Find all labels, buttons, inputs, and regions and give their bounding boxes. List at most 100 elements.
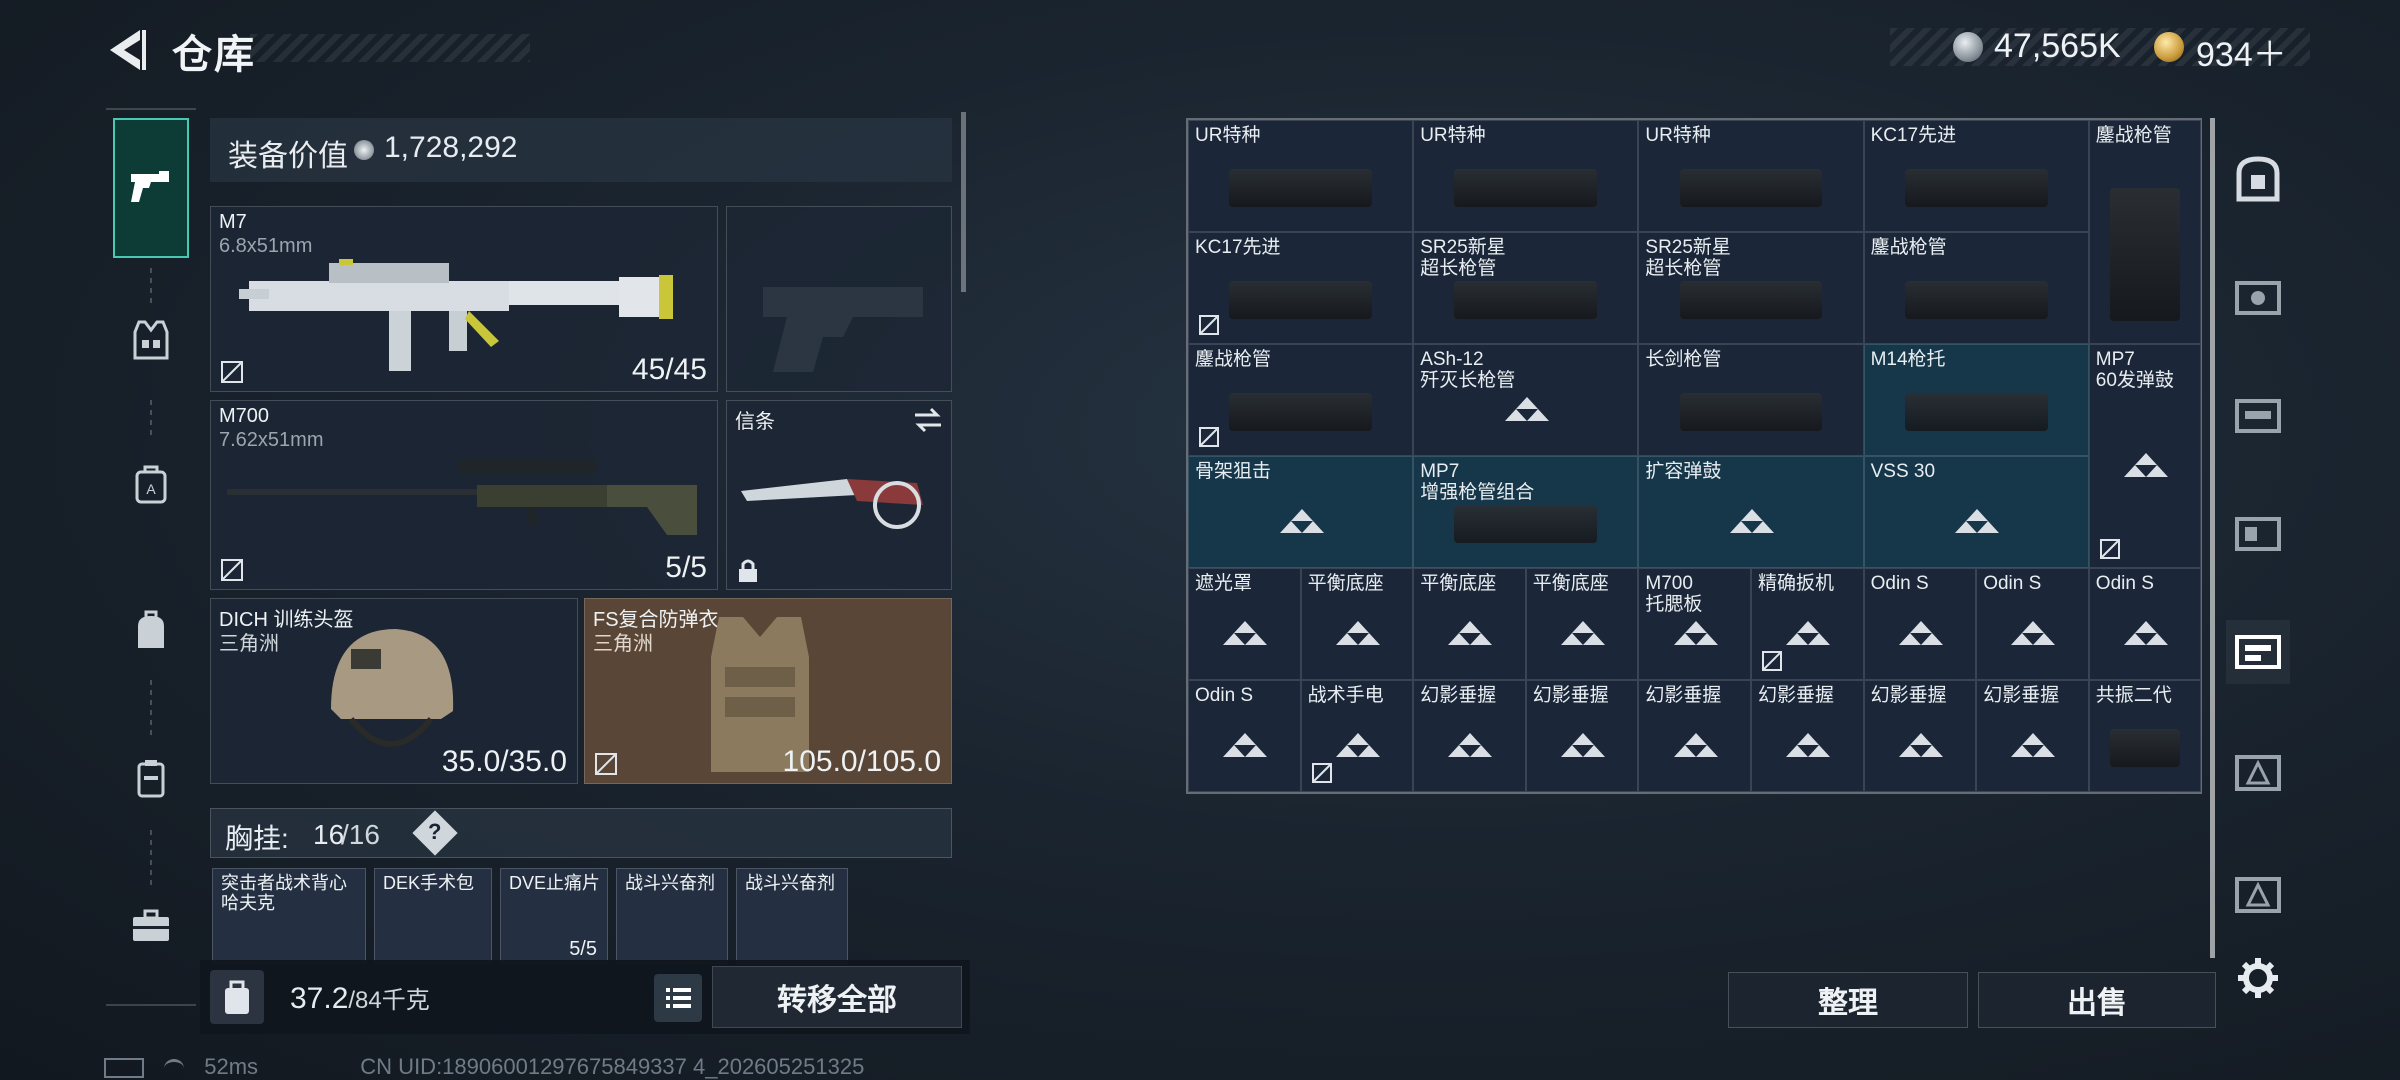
- item-image: [1454, 281, 1598, 319]
- back-arrow-icon[interactable]: [100, 24, 152, 76]
- storage-item-label: M700 托腮板: [1645, 573, 1703, 615]
- no-trade-icon: [1760, 649, 1784, 673]
- storage-tab-6[interactable]: [2226, 740, 2290, 804]
- storage-tab-7[interactable]: [2226, 862, 2290, 926]
- item-image: [1679, 169, 1823, 207]
- sidearm-slot[interactable]: [726, 206, 952, 392]
- unknown-item-icon: [1447, 619, 1493, 647]
- primary-weapon-slot[interactable]: M7 6.8x51mm 45/45: [210, 206, 718, 392]
- armor-faction: 三角洲: [593, 633, 653, 655]
- storage-item[interactable]: UR特种: [1413, 120, 1639, 232]
- weapon-name: M700: [219, 405, 270, 427]
- item-image: [1904, 169, 2048, 207]
- storage-item[interactable]: VSS 30: [1863, 456, 2089, 568]
- storage-item[interactable]: UR特种: [1638, 120, 1864, 232]
- storage-item[interactable]: 鏖战枪管: [1863, 232, 2089, 344]
- storage-item-label: 幻影垂握: [1645, 685, 1722, 706]
- storage-item[interactable]: 战术手电: [1300, 680, 1414, 792]
- storage-item[interactable]: SR25新星 超长枪管: [1638, 232, 1864, 344]
- chest-rig-item-name: DEK手术包: [383, 873, 475, 893]
- storage-item-label: 幻影垂握: [1870, 685, 1947, 706]
- chest-rig-label: 胸挂:: [225, 823, 289, 854]
- storage-item[interactable]: 鏖战枪管: [1188, 344, 1414, 456]
- storage-item[interactable]: 幻影垂握: [1976, 680, 2089, 792]
- storage-item[interactable]: MP7 增强枪管组合: [1413, 456, 1639, 568]
- storage-item[interactable]: M14枪托: [1863, 344, 2089, 456]
- unknown-item-icon: [1504, 395, 1550, 423]
- rail-case[interactable]: [113, 728, 189, 828]
- storage-item[interactable]: 共振二代: [2088, 680, 2202, 792]
- storage-tab-1[interactable]: [2226, 146, 2290, 210]
- storage-item[interactable]: 平衡底座: [1525, 568, 1639, 680]
- armor-slot[interactable]: FS复合防弹衣 三角洲 105.0/105.0: [584, 598, 952, 784]
- sort-button[interactable]: 整理: [1728, 972, 1968, 1028]
- storage-item[interactable]: UR特种: [1188, 120, 1414, 232]
- storage-item[interactable]: ASh-12 歼灭长枪管: [1413, 344, 1639, 456]
- loadout-scrollbar[interactable]: [961, 112, 966, 292]
- secondary-weapon-slot[interactable]: M700 7.62x51mm 5/5: [210, 400, 718, 590]
- storage-item-label: UR特种: [1195, 125, 1261, 146]
- storage-item[interactable]: 幻影垂握: [1413, 680, 1526, 792]
- melee-slot[interactable]: 信条: [726, 400, 952, 590]
- item-image: [1229, 393, 1372, 431]
- storage-item[interactable]: 幻影垂握: [1525, 680, 1639, 792]
- chest-rig-bar[interactable]: 胸挂: 16 /16 ?: [210, 808, 952, 858]
- storage-tab-2[interactable]: [2226, 264, 2290, 328]
- transfer-all-button[interactable]: 转移全部: [712, 966, 962, 1028]
- storage-item[interactable]: 长剑枪管: [1638, 344, 1864, 456]
- storage-item[interactable]: 扩容弹鼓: [1638, 456, 1864, 568]
- storage-item[interactable]: SR25新星 超长枪管: [1413, 232, 1639, 344]
- storage-tab-3[interactable]: [2226, 382, 2290, 446]
- rail-chest[interactable]: A: [113, 434, 189, 534]
- storage-item[interactable]: 骨架狙击: [1188, 456, 1414, 568]
- storage-item[interactable]: 幻影垂握: [1638, 680, 1751, 792]
- chest-rig-item[interactable]: DVE止痛片 5/5: [500, 868, 608, 964]
- safe-icon: [2236, 156, 2280, 202]
- storage-item[interactable]: MP7 60发弹鼓: [2088, 344, 2202, 568]
- storage-item[interactable]: KC17先进: [1863, 120, 2089, 232]
- helmet-faction: 三角洲: [219, 633, 279, 655]
- silver-balance: 47,565K: [1994, 27, 2121, 65]
- helmet-slot[interactable]: DICH 训练头盔 三角洲 35.0/35.0: [210, 598, 578, 784]
- chest-rig-item-count: 5/5: [569, 938, 597, 960]
- item-image: [1229, 169, 1372, 207]
- storage-item[interactable]: 平衡底座: [1300, 568, 1414, 680]
- storage-item-label: UR特种: [1420, 125, 1486, 146]
- storage-item[interactable]: 遮光罩: [1188, 568, 1301, 680]
- storage-item[interactable]: Odin S: [1976, 568, 2089, 680]
- storage-scrollbar[interactable]: [2210, 118, 2215, 958]
- storage-item[interactable]: Odin S: [1863, 568, 1977, 680]
- no-trade-icon: [2098, 537, 2122, 561]
- chest-rig-icon: A: [135, 465, 167, 504]
- storage-item[interactable]: 平衡底座: [1413, 568, 1526, 680]
- storage-tab-4[interactable]: [2226, 500, 2290, 564]
- rail-backpack[interactable]: [113, 580, 189, 680]
- rail-toolbox[interactable]: [113, 876, 189, 976]
- storage-item[interactable]: 幻影垂握: [1863, 680, 1977, 792]
- storage-item[interactable]: M700 托腮板: [1638, 568, 1751, 680]
- storage-item[interactable]: 精确扳机: [1751, 568, 1864, 680]
- storage-item[interactable]: 鏖战枪管: [2088, 120, 2202, 344]
- chest-rig-item-name: 战斗兴奋剂: [625, 873, 715, 893]
- swap-icon[interactable]: [913, 407, 943, 433]
- storage-item[interactable]: Odin S: [1188, 680, 1301, 792]
- storage-tab-5-active[interactable]: [2226, 620, 2290, 684]
- storage-tab-icon: [2235, 399, 2281, 433]
- pistol-silhouette-icon: [763, 287, 923, 372]
- chest-rig-item[interactable]: 突击者战术背心 哈夫克: [212, 868, 366, 964]
- storage-item[interactable]: KC17先进: [1188, 232, 1414, 344]
- storage-item[interactable]: 幻影垂握: [1751, 680, 1864, 792]
- list-view-button[interactable]: [654, 974, 702, 1022]
- rail-vest[interactable]: [113, 290, 189, 390]
- chest-rig-item[interactable]: 战斗兴奋剂: [616, 868, 728, 964]
- rail-divider: [106, 108, 196, 110]
- rail-weapons[interactable]: [113, 118, 189, 258]
- sell-button[interactable]: 出售: [1978, 972, 2216, 1028]
- storage-item[interactable]: Odin S: [2088, 568, 2202, 680]
- chest-rig-item[interactable]: DEK手术包: [374, 868, 492, 964]
- unknown-item-icon: [2123, 619, 2169, 647]
- storage-tab-icon: [2235, 517, 2281, 551]
- settings-button[interactable]: [2226, 946, 2290, 1010]
- chest-rig-item[interactable]: 战斗兴奋剂: [736, 868, 848, 964]
- gold-balance[interactable]: 934＋: [2196, 27, 2287, 76]
